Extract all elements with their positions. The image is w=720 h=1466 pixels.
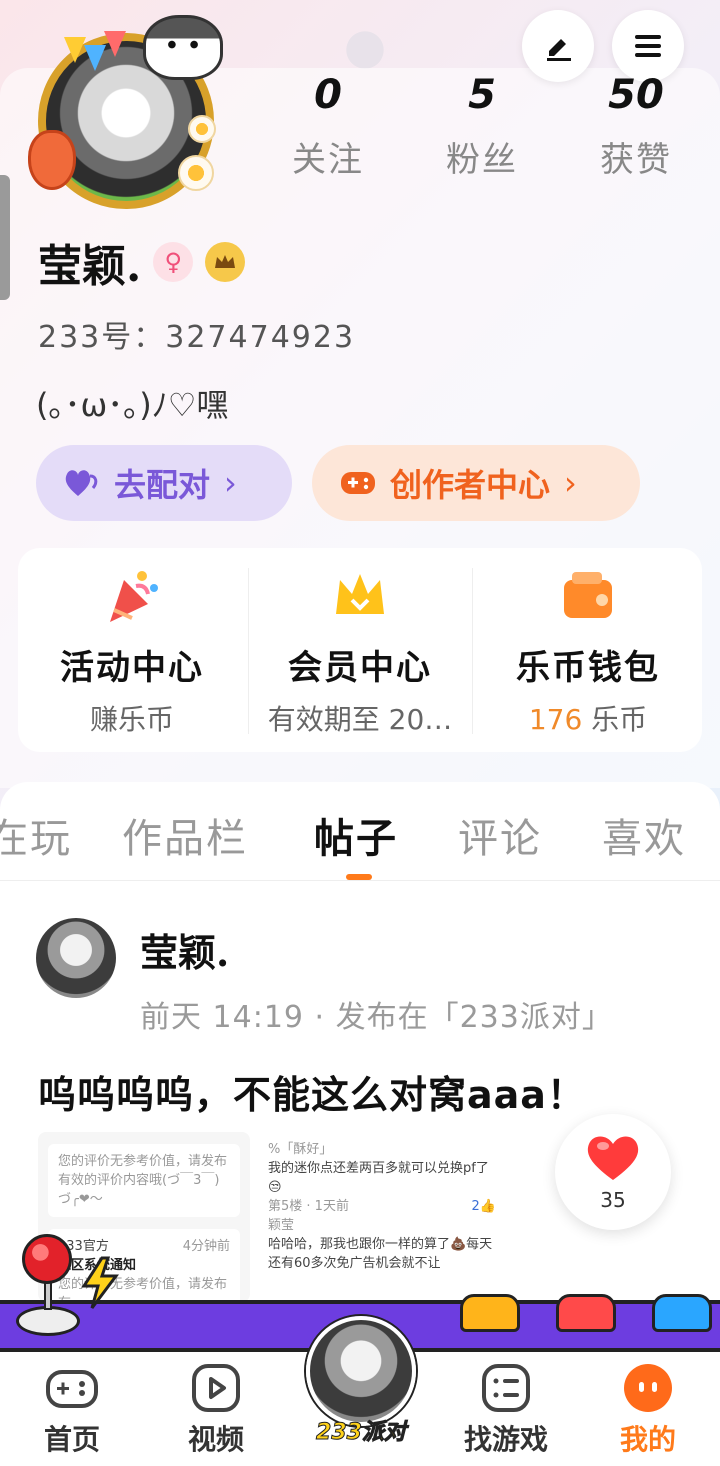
creator-center-button[interactable]: 创作者中心 ›	[312, 445, 640, 521]
likes-label: 获赞	[600, 140, 672, 180]
activity-center-entry[interactable]: 活动中心 赚乐币	[18, 548, 246, 752]
post-author-name[interactable]: 莹颖.	[140, 922, 229, 977]
screenshot-time: 4分钟前	[182, 1239, 230, 1254]
vip-center-entry[interactable]: 会员中心 有效期至 20…	[246, 548, 474, 752]
arcade-button-decoration	[556, 1294, 616, 1332]
screenshot-text: 您的评价无参考价值，请发布有效的评价内容哦(づ￣3￣)づ╭❤～	[58, 1154, 228, 1207]
chevron-right-icon: ›	[564, 464, 577, 502]
coin-wallet-title: 乐币钱包	[516, 648, 660, 688]
tab-comments[interactable]: 评论	[458, 806, 542, 864]
coin-wallet-subtitle: 176 乐币	[484, 698, 692, 738]
like-count: 35	[600, 1188, 626, 1212]
gamepad-icon	[46, 1370, 98, 1408]
egg-decoration	[178, 155, 214, 191]
list-icon	[482, 1364, 530, 1412]
post-image[interactable]: 您的评价无参考价值，请发布有效的评价内容哦(づ￣3￣)づ╭❤～ 233官方 4分…	[38, 1132, 250, 1302]
cat-decoration	[143, 15, 223, 80]
nav-me[interactable]: 我的	[588, 1352, 708, 1462]
arcade-button-decoration	[652, 1294, 712, 1332]
nav-home[interactable]: 首页	[12, 1352, 132, 1462]
joystick-decoration	[22, 1234, 72, 1284]
crown-icon	[205, 242, 246, 282]
gamepad-icon	[341, 472, 375, 494]
post-text[interactable]: 呜呜呜呜，不能这么对窝aaa！	[38, 1064, 586, 1119]
lightning-icon	[81, 1256, 119, 1309]
screenshot-reply-user: 颖莹	[268, 1218, 295, 1233]
vip-center-subtitle: 有效期至 20…	[267, 703, 453, 736]
tab-works[interactable]: 作品栏	[122, 806, 248, 864]
creator-label: 创作者中心	[390, 466, 551, 504]
likes-count: 50	[608, 72, 664, 118]
like-button[interactable]: 35	[555, 1114, 671, 1230]
tab-playing[interactable]: 在玩	[0, 806, 72, 864]
egg-decoration	[188, 115, 216, 143]
tab-posts[interactable]: 帖子	[314, 806, 398, 864]
divider	[472, 568, 473, 734]
stat-following[interactable]: 0 关注	[268, 72, 388, 181]
coin-amount: 176	[528, 703, 583, 736]
post-image[interactable]: %「酥好」 我的迷你点还差两百多就可以兑换pf了😒 第5楼 · 1天前 2👍 颖…	[262, 1132, 502, 1302]
following-label: 关注	[292, 140, 364, 180]
screenshot-meta: 第5楼 · 1天前	[268, 1199, 349, 1214]
chevron-right-icon: ›	[224, 464, 237, 502]
profile-face-icon	[624, 1364, 672, 1412]
joystick-decoration	[16, 1306, 80, 1336]
screenshot-card: 233官方 4分钟前 社区系统通知 您的评价无参考价值，请发布有	[48, 1229, 240, 1302]
stat-followers[interactable]: 5 粉丝	[422, 72, 542, 181]
carrot-decoration	[28, 130, 76, 190]
nav-label: 视频	[187, 1423, 244, 1456]
user-id: 233号：327474923	[38, 320, 356, 355]
nav-label: 首页	[43, 1423, 100, 1456]
screenshot-header: 233官方 4分钟前	[58, 1237, 230, 1256]
coin-wallet-entry[interactable]: 乐币钱包 176 乐币	[474, 548, 702, 752]
female-icon: ♀	[153, 242, 194, 282]
screenshot-card: 您的评价无参考价值，请发布有效的评价内容哦(づ￣3￣)づ╭❤～	[48, 1144, 240, 1217]
nav-label: 我的	[619, 1423, 676, 1456]
wallet-icon	[564, 572, 612, 618]
match-button[interactable]: 去配对 ›	[36, 445, 292, 521]
play-icon	[192, 1364, 240, 1412]
profile-name: 莹颖.	[38, 241, 142, 292]
side-drawer-handle[interactable]	[0, 175, 10, 300]
followers-label: 粉丝	[446, 140, 518, 180]
joystick-decoration	[44, 1280, 52, 1310]
nav-video[interactable]: 视频	[156, 1352, 276, 1462]
arcade-button-decoration	[460, 1294, 520, 1332]
profile-bio: (｡･ω･｡)ﾉ♡嘿	[36, 386, 229, 424]
stat-likes[interactable]: 50 获赞	[576, 72, 696, 181]
heart-icon	[65, 470, 98, 496]
quick-entry-card: 活动中心 赚乐币 会员中心 有效期至 20… 乐币钱包 176 乐币	[18, 548, 702, 752]
screenshot-likes: 2👍	[471, 1199, 496, 1214]
party-popper-icon	[110, 571, 158, 622]
profile-name-row: 莹颖. ♀	[38, 230, 246, 294]
menu-icon	[635, 35, 661, 57]
following-count: 0	[314, 72, 342, 118]
post-meta: 前天 14:19 · 发布在「233派对」	[140, 1000, 613, 1035]
nav-party-label[interactable]: 233派对	[300, 1414, 422, 1446]
nav-label: 找游戏	[463, 1423, 548, 1456]
followers-count: 5	[468, 72, 496, 118]
heart-icon	[587, 1136, 639, 1180]
crown-icon	[336, 574, 384, 614]
avatar[interactable]	[28, 15, 223, 209]
screenshot-comment: 我的迷你点还差两百多就可以兑换pf了😒	[268, 1161, 489, 1195]
screenshot-reply: 哈哈哈，那我也跟你一样的算了💩每天还有60多次免广告机会就不让	[268, 1237, 493, 1271]
screenshot-meta-row: 第5楼 · 1天前 2👍	[268, 1197, 496, 1216]
post-author-avatar[interactable]	[36, 918, 116, 998]
activity-center-title: 活动中心	[60, 648, 204, 688]
tab-likes[interactable]: 喜欢	[602, 806, 686, 864]
tab-divider	[0, 880, 720, 881]
nav-find-games[interactable]: 找游戏	[446, 1352, 566, 1462]
match-label: 去配对	[114, 466, 211, 504]
coin-unit: 乐币	[591, 703, 648, 736]
activity-center-subtitle: 赚乐币	[89, 703, 174, 736]
vip-center-title: 会员中心	[288, 648, 432, 688]
top-decoration	[330, 20, 400, 70]
nav-party-avatar[interactable]	[306, 1316, 416, 1426]
edit-icon	[547, 39, 571, 61]
screenshot-user: %「酥好」	[268, 1142, 333, 1157]
